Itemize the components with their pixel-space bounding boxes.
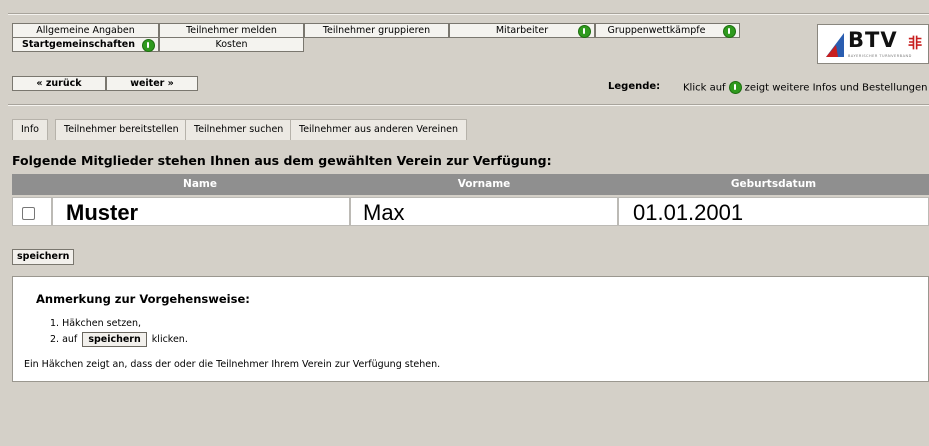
nav-teilnehmer-melden[interactable]: Teilnehmer melden [159, 23, 304, 38]
note-footer: Ein Häkchen zeigt an, dass der oder die … [24, 359, 441, 370]
nav-startgemeinschaften[interactable]: Startgemeinschaften [12, 37, 159, 52]
table-header: Name Vorname Geburtsdatum [12, 174, 929, 195]
column-header-name: Name [183, 178, 217, 190]
note-step-1: 1. Häkchen setzen, [50, 318, 142, 329]
logo-subtitle: BAYERISCHER TURNVERBAND [848, 54, 912, 58]
next-button[interactable]: weiter » [106, 76, 198, 91]
legend-label: Legende: [608, 81, 661, 92]
tab-info[interactable]: Info [12, 119, 48, 140]
note-step-2-before: 2. auf [50, 334, 78, 345]
tab-label: Info [21, 124, 39, 135]
checkbox-cell [12, 197, 52, 226]
nav-teilnehmer-gruppieren[interactable]: Teilnehmer gruppieren [304, 23, 449, 38]
top-divider [8, 13, 929, 15]
divider [8, 104, 929, 106]
back-button[interactable]: « zurück [12, 76, 106, 91]
procedure-note: Anmerkung zur Vorgehensweise: 1. Häkchen… [12, 276, 929, 382]
legend-text: Klick auf zeigt weitere Infos und Bestell… [683, 81, 929, 94]
geburtsdatum-cell: 01.01.2001 [618, 197, 929, 226]
nav-gruppenwettkaempfe[interactable]: Gruppenwettkämpfe [595, 23, 740, 38]
nav-kosten[interactable]: Kosten [159, 37, 304, 52]
tab-teilnehmer-bereitstellen[interactable]: Teilnehmer bereitstellen [55, 119, 188, 140]
back-label: « zurück [36, 78, 82, 89]
inline-save-button: speichern [82, 332, 147, 347]
geburtsdatum-value: 01.01.2001 [633, 200, 744, 225]
note-step-2-after: klicken. [151, 334, 188, 345]
column-header-geburtsdatum: Geburtsdatum [730, 178, 817, 190]
vorname-cell: Max [350, 197, 618, 226]
table-row: Muster Max 01.01.2001 [12, 197, 929, 226]
info-icon[interactable] [142, 39, 155, 52]
nav-label: Teilnehmer gruppieren [322, 25, 431, 36]
name-value: Muster [66, 200, 139, 225]
next-label: weiter » [130, 78, 174, 89]
nav-label: Teilnehmer melden [186, 25, 277, 36]
logo-text: BTV [848, 28, 898, 52]
row-checkbox[interactable] [22, 207, 35, 220]
btv-logo: BTV ⾮ BAYERISCHER TURNVERBAND [817, 24, 929, 64]
nav-label: Allgemeine Angaben [36, 25, 135, 36]
tab-teilnehmer-suchen[interactable]: Teilnehmer suchen [185, 119, 293, 140]
nav-label: Mitarbeiter [495, 25, 549, 36]
info-icon[interactable] [723, 25, 736, 38]
logo-mark: ⾮ [908, 36, 922, 52]
note-step-2: 2. auf speichern klicken. [50, 332, 188, 347]
column-header-vorname: Vorname [457, 178, 511, 190]
tab-label: Teilnehmer aus anderen Vereinen [299, 124, 459, 135]
nav-mitarbeiter[interactable]: Mitarbeiter [449, 23, 595, 38]
nav-allgemeine-angaben[interactable]: Allgemeine Angaben [12, 23, 159, 38]
save-button[interactable]: speichern [12, 249, 75, 265]
tab-teilnehmer-aus-anderen-vereinen[interactable]: Teilnehmer aus anderen Vereinen [290, 119, 468, 140]
info-icon [728, 81, 742, 94]
nav-label: Kosten [215, 39, 248, 50]
logo-flag-icon [826, 33, 844, 57]
note-title: Anmerkung zur Vorgehensweise: [36, 292, 250, 306]
vorname-value: Max [363, 200, 405, 225]
nav-label: Startgemeinschaften [22, 39, 135, 50]
tab-label: Teilnehmer bereitstellen [64, 124, 179, 135]
legend-text-before: Klick auf [683, 82, 726, 94]
tab-label: Teilnehmer suchen [194, 124, 284, 135]
name-cell: Muster [52, 197, 350, 226]
legend-text-after: zeigt weitere Infos und Bestellungen an [744, 82, 929, 94]
section-title: Folgende Mitglieder stehen Ihnen aus dem… [12, 153, 552, 168]
nav-label: Gruppenwettkämpfe [607, 25, 706, 36]
info-icon[interactable] [578, 25, 591, 38]
